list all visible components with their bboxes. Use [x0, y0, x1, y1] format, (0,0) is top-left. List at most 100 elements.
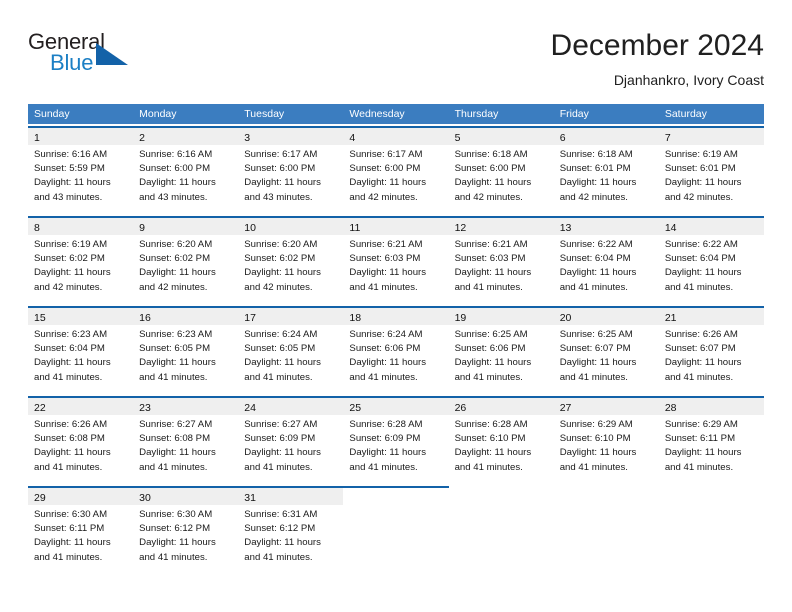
- day-cell[interactable]: 21 Sunrise: 6:26 AM Sunset: 6:07 PM Dayl…: [658, 306, 764, 394]
- day-number: 22: [34, 402, 46, 414]
- day-details: Sunrise: 6:30 AM Sunset: 6:11 PM Dayligh…: [28, 505, 133, 565]
- day-number: 5: [454, 132, 461, 144]
- page-header: General Blue December 2024 Djanhankro, I…: [28, 28, 764, 94]
- day-cell-blank: [449, 486, 554, 574]
- sunset-text: Sunset: 6:09 PM: [244, 433, 316, 445]
- day-cell[interactable]: 26 Sunrise: 6:28 AM Sunset: 6:10 PM Dayl…: [448, 396, 554, 484]
- day-cell[interactable]: 7 Sunrise: 6:19 AM Sunset: 6:01 PM Dayli…: [658, 126, 764, 214]
- day-number-band: 26: [448, 398, 554, 415]
- day-cell[interactable]: 20 Sunrise: 6:25 AM Sunset: 6:07 PM Dayl…: [553, 306, 659, 394]
- day-details: Sunrise: 6:29 AM Sunset: 6:11 PM Dayligh…: [659, 415, 764, 475]
- day-details: Sunrise: 6:24 AM Sunset: 6:05 PM Dayligh…: [238, 325, 343, 385]
- day-cell[interactable]: 1 Sunrise: 6:16 AM Sunset: 5:59 PM Dayli…: [28, 126, 134, 214]
- day-cell[interactable]: 27 Sunrise: 6:29 AM Sunset: 6:10 PM Dayl…: [553, 396, 659, 484]
- day-details: Sunrise: 6:17 AM Sunset: 6:00 PM Dayligh…: [238, 145, 343, 205]
- sunset-text: Sunset: 6:12 PM: [244, 523, 316, 535]
- sunrise-text: Sunrise: 6:22 AM: [559, 239, 633, 250]
- day-cell[interactable]: 13 Sunrise: 6:22 AM Sunset: 6:04 PM Dayl…: [553, 216, 659, 304]
- sunset-text: Sunset: 6:08 PM: [139, 433, 211, 445]
- day-cell[interactable]: 15 Sunrise: 6:23 AM Sunset: 6:04 PM Dayl…: [28, 306, 134, 394]
- day-cell[interactable]: 9 Sunrise: 6:20 AM Sunset: 6:02 PM Dayli…: [133, 216, 239, 304]
- day-number-band: 6: [553, 128, 659, 145]
- day-number: 1: [34, 132, 40, 144]
- day-number: 25: [349, 402, 362, 414]
- daylight-text-line2: and 41 minutes.: [244, 551, 313, 563]
- day-details: Sunrise: 6:16 AM Sunset: 6:00 PM Dayligh…: [133, 145, 238, 205]
- day-cell[interactable]: 4 Sunrise: 6:17 AM Sunset: 6:00 PM Dayli…: [343, 126, 449, 214]
- weekday-header-row: Sunday Monday Tuesday Wednesday Thursday…: [28, 104, 764, 124]
- day-cell[interactable]: 18 Sunrise: 6:24 AM Sunset: 6:06 PM Dayl…: [343, 306, 449, 394]
- day-number-band: 5: [448, 128, 554, 145]
- sunset-text: Sunset: 6:06 PM: [454, 343, 526, 355]
- day-cell[interactable]: 2 Sunrise: 6:16 AM Sunset: 6:00 PM Dayli…: [133, 126, 239, 214]
- daylight-text-line1: Daylight: 11 hours: [34, 447, 111, 459]
- sunset-text: Sunset: 6:07 PM: [664, 343, 736, 355]
- day-cell[interactable]: 5 Sunrise: 6:18 AM Sunset: 6:00 PM Dayli…: [448, 126, 554, 214]
- day-cell[interactable]: 29 Sunrise: 6:30 AM Sunset: 6:11 PM Dayl…: [28, 486, 134, 574]
- day-cell[interactable]: 8 Sunrise: 6:19 AM Sunset: 6:02 PM Dayli…: [28, 216, 134, 304]
- day-cell[interactable]: 11 Sunrise: 6:21 AM Sunset: 6:03 PM Dayl…: [343, 216, 449, 304]
- sunrise-text: Sunrise: 6:21 AM: [349, 239, 423, 250]
- day-cell[interactable]: 22 Sunrise: 6:26 AM Sunset: 6:08 PM Dayl…: [28, 396, 134, 484]
- sunset-text: Sunset: 6:07 PM: [559, 343, 631, 355]
- daylight-text-line1: Daylight: 11 hours: [559, 267, 637, 279]
- calendar-week-row: 22 Sunrise: 6:26 AM Sunset: 6:08 PM Dayl…: [28, 396, 764, 484]
- day-cell[interactable]: 24 Sunrise: 6:27 AM Sunset: 6:09 PM Dayl…: [238, 396, 344, 484]
- day-details: Sunrise: 6:27 AM Sunset: 6:08 PM Dayligh…: [133, 415, 238, 475]
- sunrise-text: Sunrise: 6:26 AM: [34, 419, 108, 430]
- page-title: December 2024: [550, 29, 764, 62]
- day-cell[interactable]: 14 Sunrise: 6:22 AM Sunset: 6:04 PM Dayl…: [658, 216, 764, 304]
- sunset-text: Sunset: 6:05 PM: [244, 343, 316, 355]
- day-cell[interactable]: 3 Sunrise: 6:17 AM Sunset: 6:00 PM Dayli…: [238, 126, 344, 214]
- day-cell[interactable]: 6 Sunrise: 6:18 AM Sunset: 6:01 PM Dayli…: [553, 126, 659, 214]
- day-cell[interactable]: 28 Sunrise: 6:29 AM Sunset: 6:11 PM Dayl…: [658, 396, 764, 484]
- day-cell[interactable]: 12 Sunrise: 6:21 AM Sunset: 6:03 PM Dayl…: [448, 216, 554, 304]
- generalblue-logo[interactable]: General Blue: [28, 30, 148, 82]
- day-number: 19: [454, 312, 467, 324]
- daylight-text-line1: Daylight: 11 hours: [454, 447, 532, 459]
- day-cell[interactable]: 25 Sunrise: 6:28 AM Sunset: 6:09 PM Dayl…: [343, 396, 449, 484]
- day-cell[interactable]: 23 Sunrise: 6:27 AM Sunset: 6:08 PM Dayl…: [133, 396, 239, 484]
- daylight-text-line1: Daylight: 11 hours: [139, 357, 216, 369]
- sunrise-text: Sunrise: 6:19 AM: [34, 239, 108, 250]
- day-number-band: 16: [133, 308, 239, 325]
- daylight-text-line2: and 41 minutes.: [559, 371, 628, 383]
- daylight-text-line2: and 41 minutes.: [139, 371, 208, 383]
- daylight-text-line2: and 42 minutes.: [139, 281, 208, 293]
- day-number: 23: [139, 402, 151, 414]
- sunset-text: Sunset: 5:59 PM: [34, 163, 105, 175]
- day-cell[interactable]: 31 Sunrise: 6:31 AM Sunset: 6:12 PM Dayl…: [238, 486, 344, 574]
- sunrise-text: Sunrise: 6:25 AM: [559, 329, 633, 340]
- day-cell[interactable]: 30 Sunrise: 6:30 AM Sunset: 6:12 PM Dayl…: [133, 486, 239, 574]
- day-details: Sunrise: 6:29 AM Sunset: 6:10 PM Dayligh…: [554, 415, 659, 475]
- sunset-text: Sunset: 6:00 PM: [244, 163, 316, 175]
- sunrise-text: Sunrise: 6:29 AM: [664, 419, 738, 430]
- sunset-text: Sunset: 6:00 PM: [349, 163, 421, 175]
- daylight-text-line2: and 41 minutes.: [139, 461, 208, 473]
- daylight-text-line1: Daylight: 11 hours: [244, 177, 321, 189]
- day-number: 14: [664, 222, 677, 234]
- day-number-band: 25: [343, 398, 449, 415]
- day-number-band: 28: [658, 398, 764, 415]
- daylight-text-line2: and 41 minutes.: [559, 281, 628, 293]
- daylight-text-line2: and 41 minutes.: [349, 371, 418, 383]
- day-cell[interactable]: 17 Sunrise: 6:24 AM Sunset: 6:05 PM Dayl…: [238, 306, 344, 394]
- daylight-text-line2: and 42 minutes.: [244, 281, 313, 293]
- calendar-page: General Blue December 2024 Djanhankro, I…: [0, 0, 792, 612]
- sunset-text: Sunset: 6:10 PM: [454, 433, 526, 445]
- day-cell[interactable]: 10 Sunrise: 6:20 AM Sunset: 6:02 PM Dayl…: [238, 216, 344, 304]
- sunset-text: Sunset: 6:04 PM: [664, 253, 736, 265]
- day-number: 27: [559, 402, 572, 414]
- day-cell[interactable]: 19 Sunrise: 6:25 AM Sunset: 6:06 PM Dayl…: [448, 306, 554, 394]
- day-number: 15: [34, 312, 46, 324]
- daylight-text-line1: Daylight: 11 hours: [34, 267, 111, 279]
- daylight-text-line2: and 42 minutes.: [34, 281, 103, 293]
- day-cell[interactable]: 16 Sunrise: 6:23 AM Sunset: 6:05 PM Dayl…: [133, 306, 239, 394]
- day-number: 28: [664, 402, 677, 414]
- sunset-text: Sunset: 6:00 PM: [454, 163, 526, 175]
- weekday-header-friday: Friday: [559, 108, 589, 120]
- sunset-text: Sunset: 6:02 PM: [244, 253, 316, 265]
- weekday-header-tuesday: Tuesday: [244, 108, 285, 120]
- daylight-text-line1: Daylight: 11 hours: [244, 357, 321, 369]
- sunrise-text: Sunrise: 6:18 AM: [559, 149, 633, 160]
